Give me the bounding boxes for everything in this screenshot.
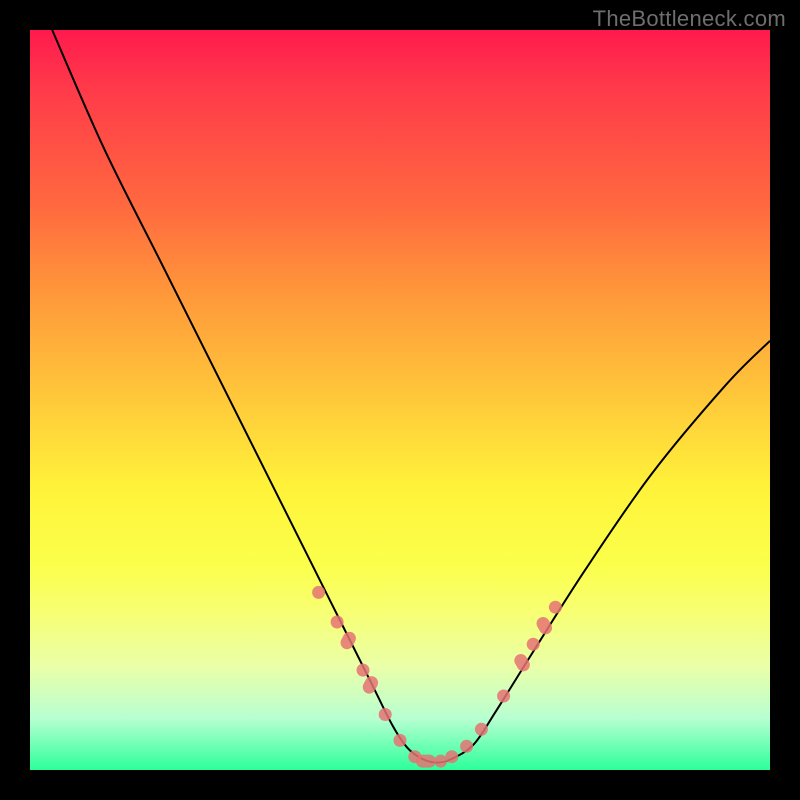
- curve-marker: [331, 616, 344, 629]
- curve-marker: [394, 734, 407, 747]
- attribution-text: TheBottleneck.com: [593, 6, 786, 32]
- curve-marker: [357, 664, 370, 677]
- curve-marker: [379, 708, 392, 721]
- chart-container: TheBottleneck.com: [0, 0, 800, 800]
- curve-marker: [416, 755, 436, 768]
- curve-markers: [312, 586, 562, 768]
- chart-svg: [30, 30, 770, 770]
- curve-marker: [497, 690, 510, 703]
- curve-marker: [338, 630, 358, 652]
- plot-area: [30, 30, 770, 770]
- curve-marker: [534, 615, 554, 637]
- curve-marker: [549, 601, 562, 614]
- curve-marker: [527, 638, 540, 651]
- curve-marker: [360, 674, 380, 696]
- curve-marker: [434, 755, 447, 768]
- bottleneck-curve: [52, 30, 770, 763]
- curve-marker: [475, 723, 488, 736]
- curve-marker: [460, 740, 473, 753]
- curve-marker: [512, 652, 532, 674]
- curve-marker: [312, 586, 325, 599]
- curve-marker: [445, 750, 458, 763]
